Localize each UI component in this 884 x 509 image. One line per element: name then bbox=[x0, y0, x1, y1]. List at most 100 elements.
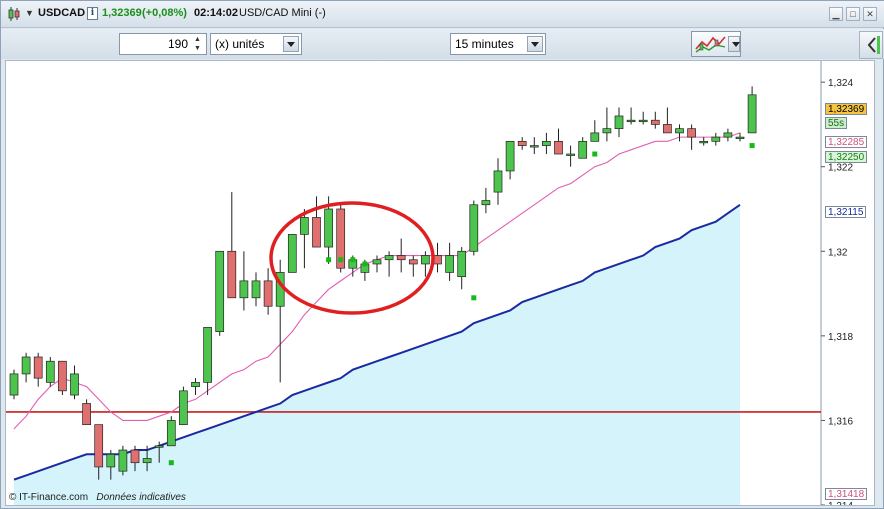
candle-body bbox=[469, 204, 479, 252]
chevron-left-icon bbox=[867, 36, 880, 54]
y-tick-label: 1,324 bbox=[828, 78, 853, 89]
candle-body bbox=[421, 255, 430, 265]
sar-dot bbox=[168, 460, 174, 466]
y-tick-label: 1,322 bbox=[828, 163, 853, 174]
sar-dot bbox=[362, 261, 368, 267]
clock-time: 02:14:02 bbox=[194, 7, 239, 19]
candle-body bbox=[517, 140, 527, 146]
candle-body bbox=[94, 424, 104, 468]
candle-body bbox=[542, 140, 551, 146]
candle-body bbox=[457, 250, 467, 278]
price-tag: 1,31418 bbox=[825, 488, 868, 500]
candle-body bbox=[723, 132, 733, 138]
candle-body bbox=[324, 208, 333, 248]
candle-body bbox=[130, 449, 140, 464]
side-panel-tab[interactable] bbox=[859, 31, 883, 59]
chevron-down-icon[interactable] bbox=[527, 36, 543, 52]
candle-body bbox=[300, 217, 309, 235]
sar-dot bbox=[592, 151, 598, 157]
candle-body bbox=[287, 234, 297, 273]
chevron-down-icon[interactable]: ▼ bbox=[25, 8, 35, 18]
candle-body bbox=[70, 373, 79, 396]
candle-body bbox=[372, 259, 382, 265]
candle-body bbox=[663, 124, 672, 134]
candle-body bbox=[554, 140, 563, 155]
price-tag: 1,32115 bbox=[825, 206, 867, 218]
candle-body bbox=[142, 458, 152, 464]
candle-body bbox=[711, 136, 721, 142]
sar-dot bbox=[338, 257, 344, 263]
candle-body bbox=[529, 145, 539, 148]
close-button[interactable]: ✕ bbox=[863, 7, 877, 21]
candle-body bbox=[312, 217, 321, 248]
y-tick-label: 1,316 bbox=[828, 416, 853, 427]
indicators-button[interactable] bbox=[691, 31, 741, 57]
candle-body bbox=[638, 119, 648, 123]
candle-body bbox=[154, 445, 164, 448]
price-tag: 1,32285 bbox=[825, 136, 868, 148]
chevron-down-icon[interactable] bbox=[728, 36, 740, 52]
title-bar: ▼ USDCAD i 1,32369 (+0,08%) 02:14:02 USD… bbox=[1, 1, 884, 28]
candle-body bbox=[493, 170, 503, 193]
candle-body bbox=[590, 132, 600, 142]
candle-body bbox=[82, 403, 91, 426]
candle-body bbox=[227, 250, 237, 299]
sar-dot bbox=[326, 257, 332, 263]
indicators-icon bbox=[695, 36, 726, 53]
minimize-button[interactable]: ▁ bbox=[829, 7, 843, 21]
candle-body bbox=[45, 360, 55, 383]
units-select[interactable]: (x) unités bbox=[210, 33, 302, 55]
candle-body bbox=[396, 255, 406, 261]
chevron-down-icon[interactable] bbox=[283, 36, 299, 52]
candle-body bbox=[578, 140, 588, 159]
candle-body bbox=[650, 119, 660, 125]
candle-body bbox=[747, 94, 757, 134]
price-tag: 55s bbox=[825, 117, 848, 129]
candle-body bbox=[675, 128, 684, 134]
chart-window: ▼ USDCAD i 1,32369 (+0,08%) 02:14:02 USD… bbox=[0, 0, 884, 509]
candle-body bbox=[191, 382, 200, 387]
disclaimer-text: Données indicatives bbox=[96, 492, 186, 503]
price-tag: 1,32250 bbox=[825, 151, 868, 163]
candle-body bbox=[118, 449, 128, 472]
candle-body bbox=[445, 255, 454, 273]
units-input[interactable]: 190 ▲ ▼ bbox=[119, 33, 207, 55]
price-chart[interactable]: 1,324 1,322 1,32 1,318 1,316 1,314 bbox=[6, 61, 874, 505]
sar-dot bbox=[749, 143, 755, 149]
y-tick-label: 1,318 bbox=[828, 332, 853, 343]
instrument-name: USDCAD bbox=[38, 7, 86, 19]
y-tick-label: 1,32 bbox=[828, 247, 848, 258]
last-price: 1,32369 bbox=[102, 7, 142, 19]
candle-body bbox=[179, 390, 188, 426]
candle-body bbox=[251, 280, 261, 299]
candle-body bbox=[166, 420, 176, 447]
candle-body bbox=[215, 250, 225, 332]
candle-body bbox=[384, 255, 394, 261]
candle-body bbox=[58, 360, 67, 392]
y-tick-label: 1,314 bbox=[828, 501, 853, 505]
candle-body bbox=[9, 373, 19, 396]
sar-dot bbox=[350, 257, 356, 263]
instrument-description: USD/CAD Mini (-) bbox=[239, 7, 326, 19]
price-tag: 1,32369 bbox=[825, 103, 868, 115]
candle-body bbox=[699, 140, 709, 144]
price-change: (+0,08%) bbox=[142, 7, 187, 19]
info-icon[interactable]: i bbox=[87, 7, 98, 20]
candle-body bbox=[408, 259, 418, 265]
spinner-icon[interactable]: ▲ ▼ bbox=[191, 35, 204, 53]
candle-body bbox=[21, 356, 31, 375]
maximize-button[interactable]: □ bbox=[846, 7, 860, 21]
candle-body bbox=[33, 356, 43, 379]
candle-body bbox=[626, 119, 636, 123]
candle-body bbox=[481, 200, 491, 206]
candle-body bbox=[735, 136, 745, 139]
toolbar: 190 ▲ ▼ (x) unités 15 minutes bbox=[1, 29, 884, 59]
candle-body bbox=[614, 115, 624, 130]
timeframe-select[interactable]: 15 minutes bbox=[450, 33, 546, 55]
chart-footer: © IT-Finance.com Données indicatives bbox=[9, 492, 186, 503]
candle-body bbox=[239, 280, 249, 299]
candle-body bbox=[687, 128, 696, 138]
candle-body bbox=[203, 327, 212, 383]
candle-body bbox=[263, 280, 273, 307]
chart-area[interactable]: 1,324 1,322 1,32 1,318 1,316 1,314 © IT-Finan… bbox=[5, 60, 875, 506]
